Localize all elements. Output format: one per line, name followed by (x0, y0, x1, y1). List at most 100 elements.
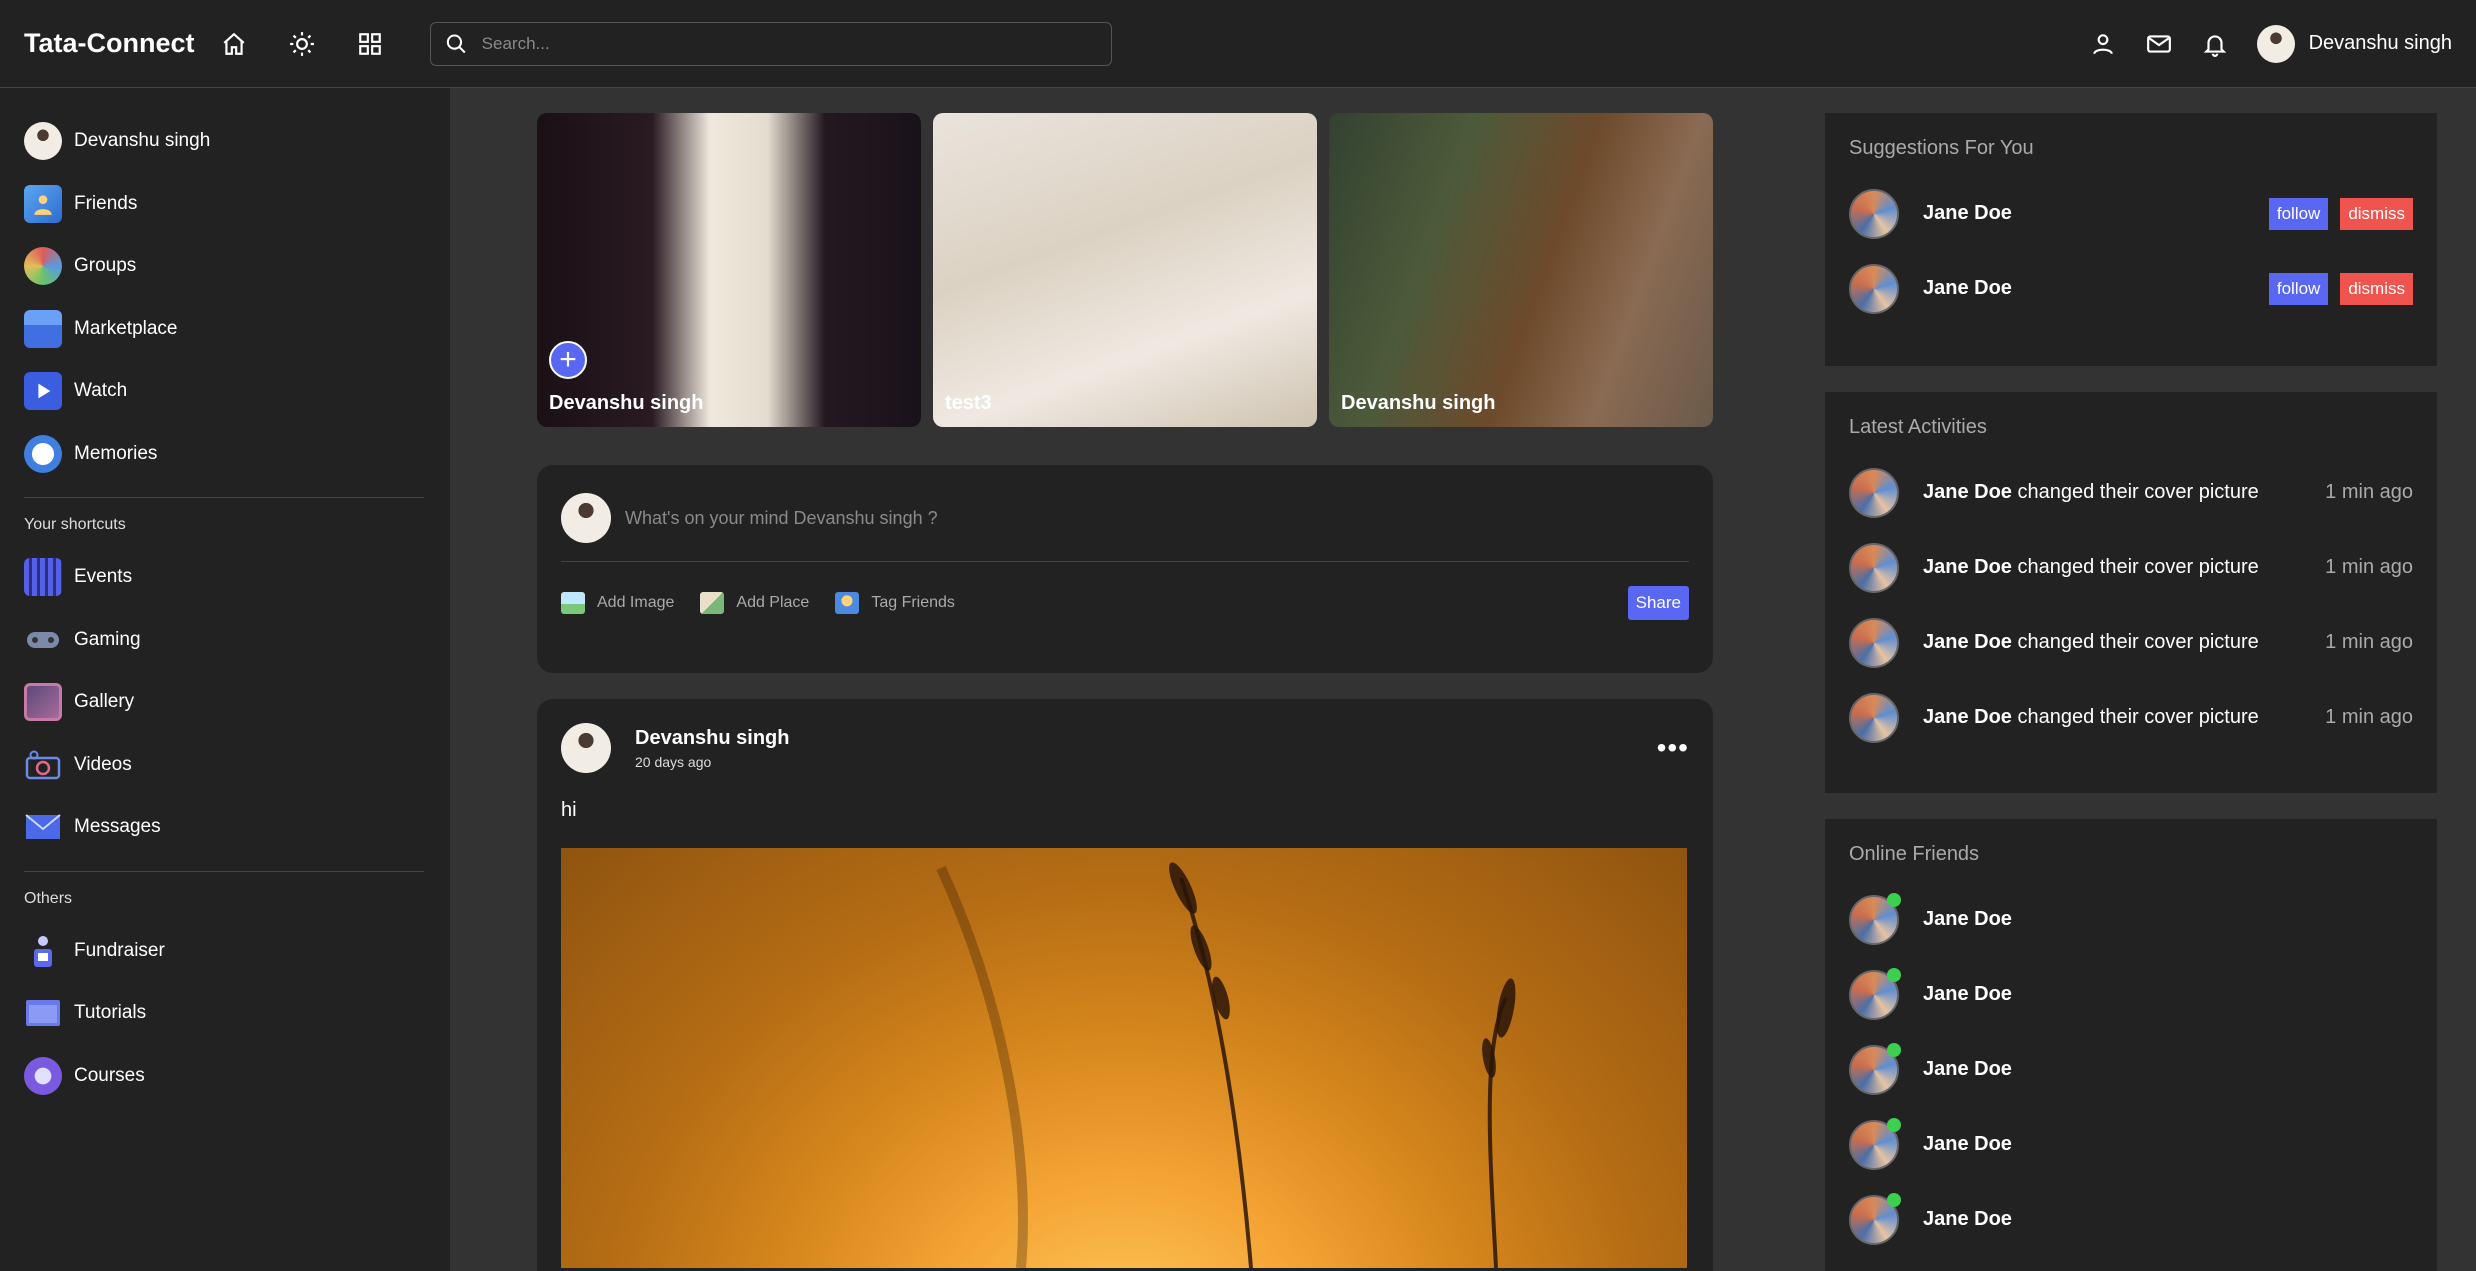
sidebar-item-courses[interactable]: Courses (24, 1045, 426, 1108)
activity-name[interactable]: Jane Doe (1923, 706, 2012, 728)
divider (561, 561, 1689, 562)
activity-name[interactable]: Jane Doe (1923, 481, 2012, 503)
sidebar-item-events[interactable]: Events (24, 546, 426, 609)
activity-time: 1 min ago (2325, 631, 2413, 653)
avatar[interactable] (1849, 542, 1899, 593)
courses-icon (24, 1056, 62, 1095)
online-friend-row[interactable]: Jane Doe (1849, 1182, 2413, 1257)
online-friend-row[interactable]: Jane Doe (1849, 1107, 2413, 1182)
sidebar-item-friends[interactable]: Friends (24, 173, 426, 236)
fundraiser-icon (24, 932, 62, 970)
avatar[interactable] (1849, 188, 1899, 239)
sidebar-item-label: Memories (74, 442, 158, 464)
dismiss-button[interactable]: dismiss (2340, 197, 2413, 230)
sidebar-item-watch[interactable]: Watch (24, 360, 426, 423)
activity-name[interactable]: Jane Doe (1923, 631, 2012, 653)
groups-icon (24, 247, 62, 286)
friends-icon (24, 184, 62, 223)
story-card[interactable]: Devanshu singh (1329, 113, 1713, 427)
activities-card: Latest Activities Jane Doe changed their… (1825, 392, 2437, 793)
follow-button[interactable]: follow (2268, 272, 2329, 305)
user-chip[interactable]: Devanshu singh (2256, 24, 2452, 63)
activity-time: 1 min ago (2325, 556, 2413, 578)
tag-friends-button[interactable]: Tag Friends (835, 592, 955, 614)
avatar[interactable] (1849, 467, 1899, 518)
events-icon (24, 558, 62, 597)
activity-row: Jane Doe changed their cover picture 1 m… (1849, 680, 2413, 755)
sidebar-item-memories[interactable]: Memories (24, 423, 426, 486)
online-friend-row[interactable]: Jane Doe (1849, 1032, 2413, 1107)
sidebar-item-label: Tutorials (74, 1002, 147, 1024)
sidebar-item-marketplace[interactable]: Marketplace (24, 298, 426, 361)
left-sidebar: Devanshu singh Friends Groups Marketplac… (0, 88, 450, 1271)
sidebar-item-videos[interactable]: Videos (24, 734, 426, 797)
map-icon (700, 592, 725, 614)
sidebar-item-messages[interactable]: Messages (24, 796, 426, 859)
messages-icon (24, 808, 62, 846)
sidebar-item-fundraiser[interactable]: Fundraiser (24, 920, 426, 983)
avatar[interactable] (561, 723, 611, 773)
activity-text: Jane Doe changed their cover picture (1923, 556, 2259, 579)
search-input[interactable] (481, 33, 1097, 54)
shortcuts-heading: Your shortcuts (24, 516, 126, 533)
home-icon[interactable] (214, 24, 254, 64)
avatar[interactable] (1849, 263, 1899, 314)
avatar[interactable] (1849, 692, 1899, 743)
stories-row: + Devanshu singh test3 Devanshu singh (537, 113, 1713, 427)
sidebar-item-gaming[interactable]: Gaming (24, 609, 426, 672)
activity-action: changed their cover picture (2017, 556, 2259, 578)
suggestions-card: Suggestions For You Jane Doe follow dism… (1825, 113, 2437, 366)
activity-text: Jane Doe changed their cover picture (1923, 481, 2259, 504)
suggestion-row: Jane Doe follow dismiss (1849, 251, 2413, 326)
search-bar[interactable] (430, 21, 1112, 66)
post-author[interactable]: Devanshu singh (635, 727, 789, 750)
story-card[interactable]: + Devanshu singh (537, 113, 921, 427)
online-friend-name: Jane Doe (1923, 908, 2012, 930)
online-friend-name: Jane Doe (1923, 983, 2012, 1005)
sidebar-item-tutorials[interactable]: Tutorials (24, 982, 426, 1045)
activity-action: changed their cover picture (2017, 631, 2259, 653)
post-input[interactable] (625, 507, 1525, 529)
activity-text: Jane Doe changed their cover picture (1923, 706, 2259, 729)
search-icon (446, 33, 466, 53)
follow-button[interactable]: follow (2268, 197, 2329, 230)
sidebar-item-label: Messages (74, 816, 161, 838)
online-status-dot (1887, 1042, 1901, 1057)
story-name: Devanshu singh (549, 392, 704, 414)
post-composer: Add Image Add Place Tag Friends Share (537, 465, 1713, 673)
share-button[interactable]: Share (1627, 586, 1689, 620)
suggestion-name[interactable]: Jane Doe (1923, 277, 2012, 300)
sidebar-item-profile[interactable]: Devanshu singh (24, 110, 426, 173)
activity-row: Jane Doe changed their cover picture 1 m… (1849, 455, 2413, 530)
online-friend-row[interactable]: Jane Doe (1849, 957, 2413, 1032)
grid-icon[interactable] (350, 24, 390, 64)
add-place-button[interactable]: Add Place (700, 592, 809, 614)
online-friend-name: Jane Doe (1923, 1133, 2012, 1155)
sidebar-item-label: Groups (74, 255, 137, 277)
sidebar-item-label: Gallery (74, 691, 135, 713)
gaming-icon (24, 621, 62, 659)
story-card[interactable]: test3 (933, 113, 1317, 427)
person-icon[interactable] (2083, 24, 2123, 64)
more-options-icon[interactable]: ••• (1657, 734, 1689, 762)
online-friends-title: Online Friends (1849, 843, 1980, 865)
bell-icon[interactable] (2195, 24, 2235, 64)
activity-name[interactable]: Jane Doe (1923, 556, 2012, 578)
avatar[interactable] (1849, 617, 1899, 668)
activity-row: Jane Doe changed their cover picture 1 m… (1849, 605, 2413, 680)
sidebar-item-gallery[interactable]: Gallery (24, 671, 426, 734)
add-image-button[interactable]: Add Image (561, 592, 674, 614)
activity-row: Jane Doe changed their cover picture 1 m… (1849, 530, 2413, 605)
activity-action: changed their cover picture (2017, 481, 2259, 503)
online-friend-row[interactable]: Jane Doe (1849, 882, 2413, 957)
sidebar-item-groups[interactable]: Groups (24, 235, 426, 298)
add-story-icon[interactable]: + (549, 341, 587, 379)
sun-icon[interactable] (282, 24, 322, 64)
suggestion-name[interactable]: Jane Doe (1923, 202, 2012, 225)
app-logo[interactable]: Tata-Connect (24, 28, 214, 59)
user-name: Devanshu singh (2308, 32, 2452, 54)
tag-friends-label: Tag Friends (871, 594, 955, 611)
mail-icon[interactable] (2139, 24, 2179, 64)
divider (24, 870, 424, 872)
dismiss-button[interactable]: dismiss (2340, 272, 2413, 305)
